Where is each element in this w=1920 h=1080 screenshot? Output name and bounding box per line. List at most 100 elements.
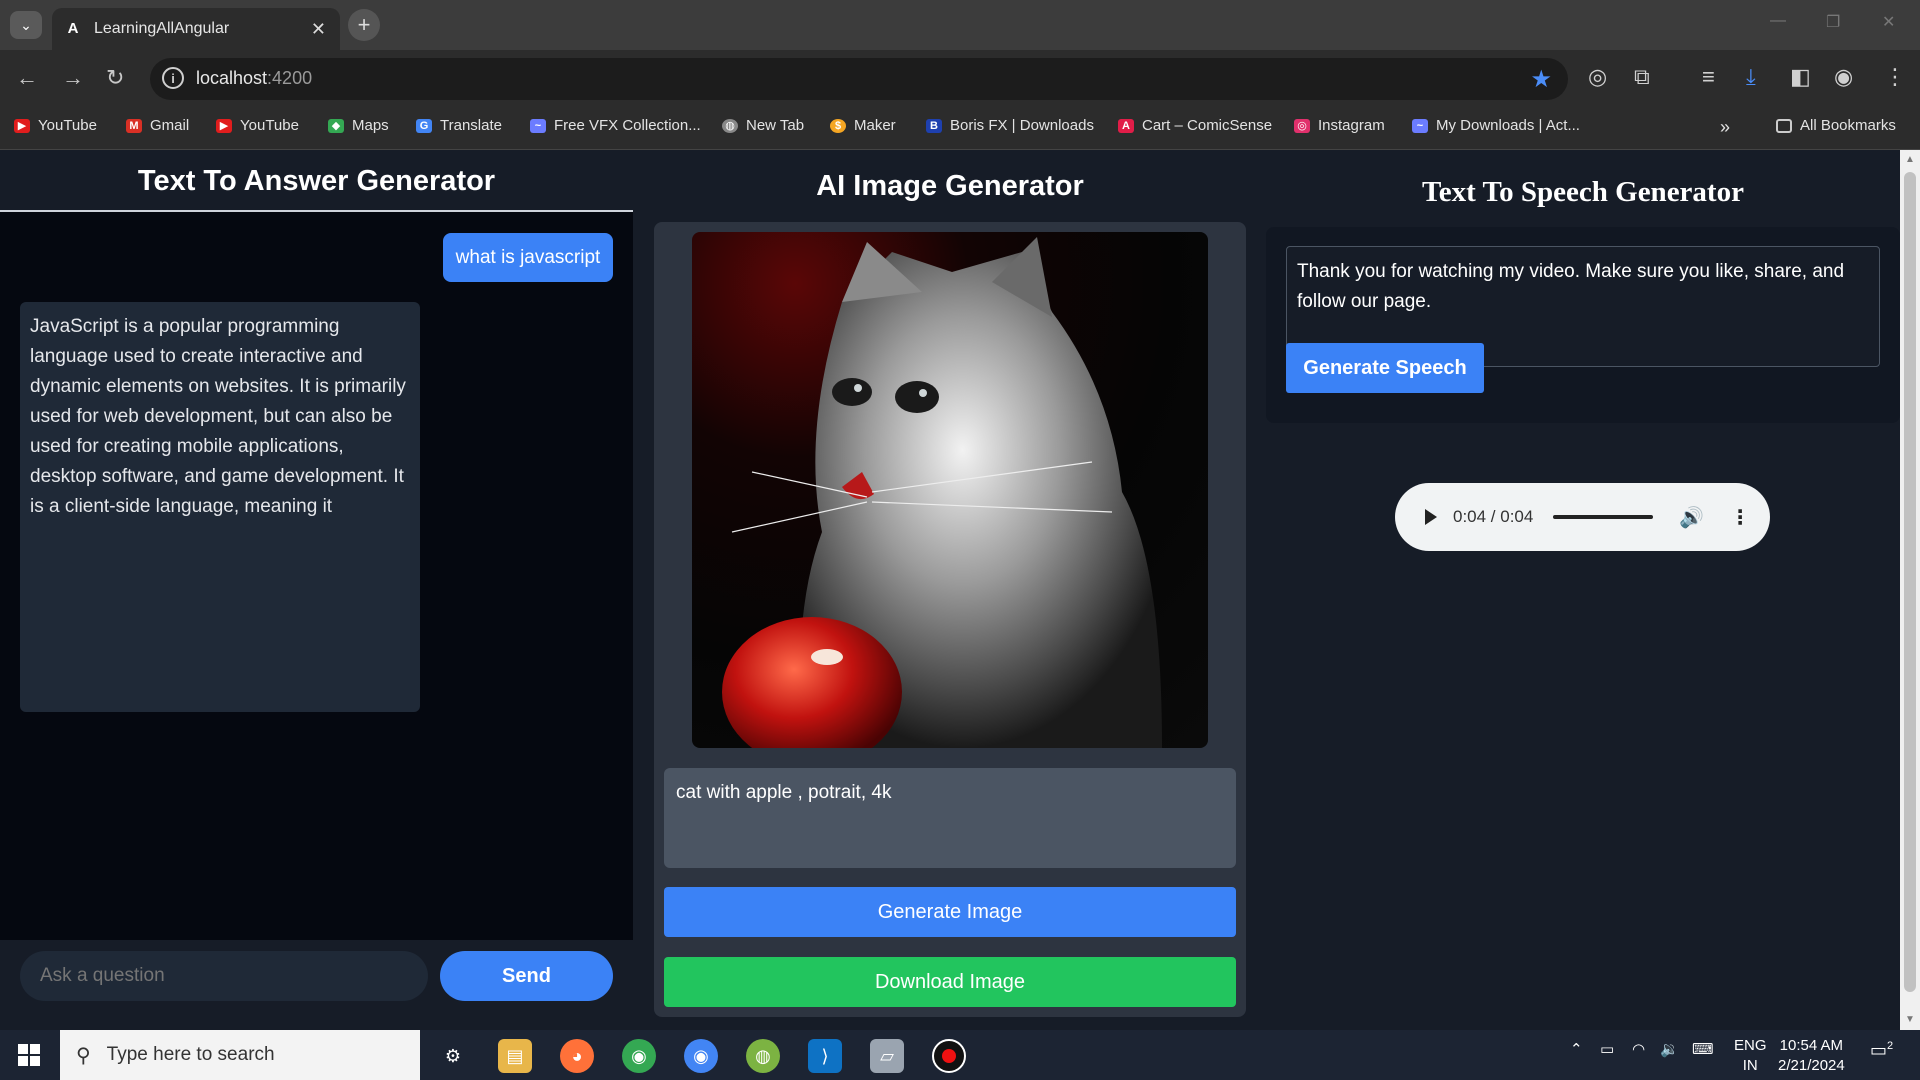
vfx-icon: ~ (530, 118, 546, 133)
chat-input-bar: Send (0, 940, 633, 1030)
scroll-up-icon[interactable]: ▲ (1905, 154, 1915, 165)
bookmark-item[interactable]: M Gmail (126, 117, 189, 134)
all-bookmarks[interactable]: All Bookmarks (1776, 117, 1896, 134)
puzzle-icon[interactable]: ⧉ (1634, 64, 1650, 90)
bookmark-item[interactable]: $ Maker (830, 117, 896, 134)
browser-tab-strip: ⌄ A LearningAllAngular ✕ + — ❐ ✕ (0, 0, 1920, 50)
close-tab-icon[interactable]: ✕ (311, 19, 326, 40)
media-control-icon[interactable]: ≡ (1702, 64, 1715, 90)
translate-icon: G (416, 118, 432, 133)
url-text[interactable]: localhost:4200 (196, 68, 312, 89)
bookmark-item[interactable]: ▶ YouTube (216, 117, 299, 134)
vscode-icon[interactable]: ⟩ (808, 1039, 842, 1073)
wifi-icon[interactable]: ◠ (1632, 1040, 1645, 1058)
chat-panel: Text To Answer Generator what is javascr… (0, 150, 633, 1030)
keyboard-icon[interactable]: ⌨ (1692, 1040, 1714, 1058)
site-info-icon[interactable]: i (162, 67, 184, 89)
more-options-icon[interactable]: ⋮ (1730, 505, 1750, 530)
back-icon[interactable]: ← (16, 65, 38, 91)
comicsense-icon: A (1118, 118, 1134, 133)
bookmarks-bar: ▶ YouTube M Gmail ▶ YouTube ◆ Maps G Translat… (0, 106, 1920, 150)
search-icon: ⚲ (76, 1044, 91, 1067)
borisfx-icon: B (926, 118, 942, 133)
firefox-icon[interactable]: ◕ (560, 1039, 594, 1073)
notes-app-icon[interactable]: ▱ (870, 1039, 904, 1073)
scroll-down-icon[interactable]: ▼ (1905, 1014, 1915, 1025)
android-studio-icon[interactable]: ◍ (746, 1039, 780, 1073)
bookmark-item[interactable]: G Translate (416, 117, 502, 134)
extension-icon[interactable]: ◎ (1588, 64, 1607, 90)
youtube-icon: ▶ (14, 118, 30, 133)
browser-toolbar: ← → ↻ i localhost:4200 ★ ◎ ⧉ ≡ ⤓ ◧ ◉ ⋮ (0, 50, 1920, 106)
speaker-icon[interactable]: 🔉 (1660, 1040, 1679, 1058)
maps-icon: ◆ (328, 118, 344, 133)
cat-with-apple-image (722, 237, 1162, 748)
taskbar-search[interactable]: ⚲ Type here to search (60, 1030, 420, 1080)
battery-icon[interactable]: ▭ (1600, 1040, 1614, 1058)
bookmark-item[interactable]: ~ My Downloads | Act... (1412, 117, 1580, 134)
minimize-icon[interactable]: — (1770, 12, 1786, 30)
windows-start-icon[interactable] (18, 1044, 40, 1066)
bookmark-item[interactable]: ◍ New Tab (722, 117, 804, 134)
user-message: what is javascript (443, 233, 613, 282)
question-input[interactable] (20, 951, 428, 1001)
bookmark-item[interactable]: ~ Free VFX Collection... (530, 117, 701, 134)
bookmark-item[interactable]: ◎ Instagram (1294, 117, 1385, 134)
instagram-icon: ◎ (1294, 118, 1310, 133)
address-bar[interactable]: i localhost:4200 ★ (150, 58, 1568, 100)
generate-image-button[interactable]: Generate Image (664, 887, 1236, 937)
generate-speech-button[interactable]: Generate Speech (1286, 343, 1484, 393)
angular-favicon-icon: A (67, 20, 79, 37)
page-content: Text To Answer Generator what is javascr… (0, 150, 1920, 1030)
settings-icon[interactable]: ⚙ (436, 1039, 470, 1073)
tab-search-button[interactable]: ⌄ (10, 11, 42, 39)
file-explorer-icon[interactable]: ▤ (498, 1039, 532, 1073)
maker-icon: $ (830, 118, 846, 133)
audio-progress-track[interactable] (1553, 515, 1654, 519)
audio-player: 0:04 / 0:04 🔊 ⋮ (1395, 483, 1770, 551)
play-icon[interactable] (1425, 509, 1437, 525)
volume-icon[interactable]: 🔊 (1679, 505, 1704, 530)
image-prompt-input[interactable]: cat with apple , potrait, 4k (664, 768, 1236, 868)
scrollbar-thumb[interactable] (1904, 172, 1916, 992)
generated-image (692, 232, 1208, 748)
bookmark-item[interactable]: ▶ YouTube (14, 117, 97, 134)
tray-chevron-icon[interactable]: ⌃ (1570, 1040, 1583, 1058)
chrome-icon[interactable]: ◉ (622, 1039, 656, 1073)
image-generator-title: AI Image Generator (816, 170, 1084, 202)
windows-taskbar: ⚲ Type here to search ⚙ ▤ ◕ ◉ ◉ ◍ ⟩ ▱ ⌃ … (0, 1030, 1920, 1080)
profile-avatar[interactable]: ◉ (1834, 64, 1853, 90)
audio-time: 0:04 / 0:04 (1453, 507, 1534, 526)
speech-generator-title: Text To Speech Generator (1422, 176, 1744, 208)
chrome-profile-icon[interactable]: ◉ (684, 1039, 718, 1073)
taskbar-clock[interactable]: 10:54 AM 2/21/2024 (1778, 1036, 1845, 1076)
bookmark-star-icon[interactable]: ★ (1530, 65, 1552, 94)
globe-icon: ◍ (722, 118, 738, 133)
send-button[interactable]: Send (440, 951, 613, 1001)
reload-icon[interactable]: ↻ (106, 65, 124, 91)
new-tab-button[interactable]: + (348, 9, 380, 41)
download-image-button[interactable]: Download Image (664, 957, 1236, 1007)
menu-dots-icon[interactable]: ⋮ (1884, 64, 1906, 90)
download-icon[interactable]: ⤓ (1746, 64, 1756, 90)
tab-title: LearningAllAngular (94, 20, 230, 37)
browser-tab-active[interactable]: A LearningAllAngular ✕ (52, 8, 340, 50)
downloads-icon: ~ (1412, 118, 1428, 133)
forward-icon[interactable]: → (62, 65, 84, 91)
speech-generator-card: Thank you for watching my video. Make su… (1266, 227, 1900, 423)
gmail-icon: M (126, 118, 142, 133)
restore-icon[interactable]: ❐ (1826, 12, 1840, 32)
close-window-icon[interactable]: ✕ (1882, 12, 1895, 32)
bookmark-item[interactable]: A Cart – ComicSense (1118, 117, 1272, 134)
bookmark-item[interactable]: B Boris FX | Downloads (926, 117, 1094, 134)
notification-icon[interactable]: ▭2 (1870, 1040, 1893, 1061)
language-indicator[interactable]: ENG IN (1734, 1036, 1767, 1076)
side-panel-icon[interactable]: ◧ (1790, 64, 1811, 90)
image-generator-card: cat with apple , potrait, 4k Generate Im… (654, 222, 1246, 1017)
more-bookmarks-icon[interactable]: » (1720, 117, 1730, 138)
youtube-icon: ▶ (216, 118, 232, 133)
record-icon[interactable] (932, 1039, 966, 1073)
page-scrollbar[interactable]: ▲ ▼ (1900, 150, 1920, 1030)
bookmark-item[interactable]: ◆ Maps (328, 117, 389, 134)
bot-message: JavaScript is a popular programming lang… (20, 302, 420, 712)
